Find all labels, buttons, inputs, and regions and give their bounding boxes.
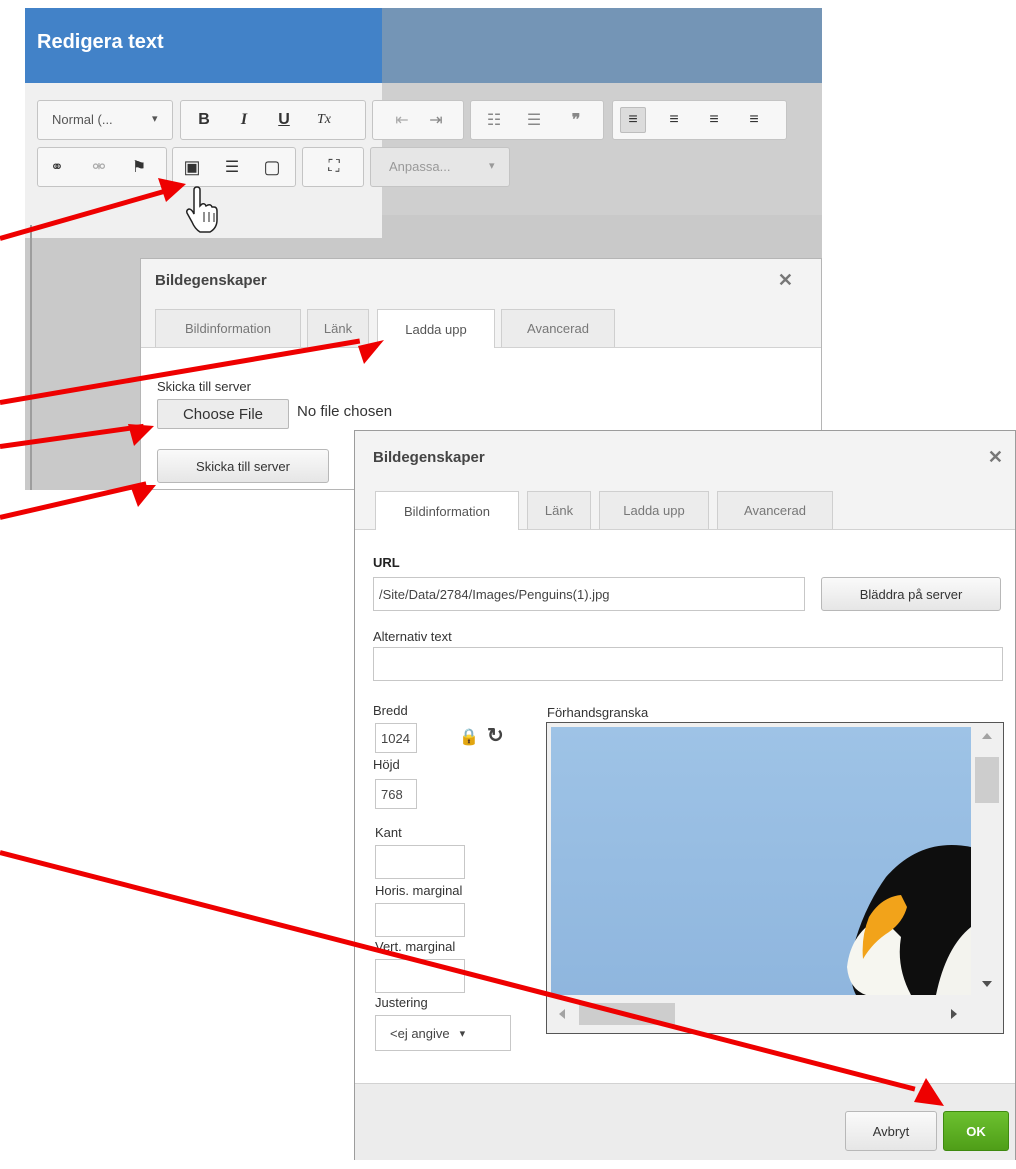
align-select-value: <ej angive bbox=[390, 1025, 450, 1041]
vertical-scrollbar[interactable] bbox=[975, 727, 999, 995]
dialog-title: Bildegenskaper bbox=[373, 449, 485, 466]
image-preview bbox=[546, 722, 1004, 1034]
tab-ladda-upp[interactable]: Ladda upp bbox=[599, 491, 709, 529]
underline-button[interactable]: U bbox=[271, 107, 297, 133]
numbered-list-button[interactable]: ☷ bbox=[481, 107, 507, 133]
indent-group: ⇤ ⇥ bbox=[372, 100, 464, 140]
no-file-chosen-text: No file chosen bbox=[297, 403, 393, 420]
url-input[interactable]: /Site/Data/2784/Images/Penguins(1).jpg bbox=[373, 577, 805, 611]
editor-divider bbox=[30, 225, 32, 490]
width-label: Bredd bbox=[373, 703, 408, 718]
scroll-right-icon[interactable] bbox=[951, 1009, 957, 1019]
arrowhead-icon bbox=[914, 1078, 944, 1106]
dialog-titlebar: Bildegenskaper ✕ bbox=[355, 431, 1015, 486]
reset-size-icon[interactable]: ↻ bbox=[487, 723, 504, 748]
custom-combo[interactable]: Anpassa... ▾ bbox=[370, 147, 510, 187]
scroll-up-icon[interactable] bbox=[982, 733, 992, 739]
link-group: ⚭ ⚮ ⚑ bbox=[37, 147, 167, 187]
arrowhead-icon bbox=[158, 178, 186, 202]
lock-icon[interactable]: 🔒 bbox=[459, 727, 479, 747]
tab-lank[interactable]: Länk bbox=[527, 491, 591, 529]
url-label: URL bbox=[373, 555, 400, 570]
choose-file-button[interactable]: Choose File bbox=[157, 399, 289, 429]
insert-group: ▣ ☰ ▢ bbox=[172, 147, 296, 187]
tab-avancerad[interactable]: Avancerad bbox=[717, 491, 833, 529]
bold-button[interactable]: B bbox=[191, 107, 217, 133]
vspace-input[interactable] bbox=[375, 959, 465, 993]
send-to-server-button[interactable]: Skicka till server bbox=[157, 449, 329, 483]
format-combo-label: Normal (... bbox=[52, 112, 113, 127]
cancel-button[interactable]: Avbryt bbox=[845, 1111, 937, 1151]
hspace-input[interactable] bbox=[375, 903, 465, 937]
height-input[interactable]: 768 bbox=[375, 779, 417, 809]
dialog-titlebar: Bildegenskaper ✕ bbox=[141, 259, 821, 302]
iframe-button[interactable]: ▢ bbox=[259, 154, 285, 180]
dialog-title: Bildegenskaper bbox=[155, 272, 267, 289]
horizontal-rule-button[interactable]: ☰ bbox=[219, 154, 245, 180]
italic-button[interactable]: I bbox=[231, 107, 257, 133]
tab-ladda-upp[interactable]: Ladda upp bbox=[377, 309, 495, 348]
align-left-button[interactable]: ≡ bbox=[620, 107, 646, 133]
border-label: Kant bbox=[375, 825, 402, 840]
tab-bildinformation[interactable]: Bildinformation bbox=[155, 309, 301, 347]
format-combo[interactable]: Normal (... ▾ bbox=[37, 100, 173, 140]
arrowhead-icon bbox=[130, 485, 156, 507]
arrowhead-icon bbox=[128, 424, 154, 446]
align-center-button[interactable]: ≡ bbox=[661, 107, 687, 133]
bullet-list-button[interactable]: ☰ bbox=[521, 107, 547, 133]
scroll-down-icon[interactable] bbox=[982, 981, 992, 987]
alt-text-label: Alternativ text bbox=[373, 629, 452, 644]
editor-header-shaded bbox=[382, 8, 822, 83]
tab-bildinformation[interactable]: Bildinformation bbox=[375, 491, 519, 530]
scrollbar-thumb[interactable] bbox=[975, 757, 999, 803]
maximize-button[interactable]: ⛶ bbox=[321, 154, 347, 180]
dialog-tabs: Bildinformation Länk Ladda upp Avancerad bbox=[355, 485, 1015, 530]
chevron-down-icon: ▾ bbox=[152, 113, 158, 125]
scroll-left-icon[interactable] bbox=[559, 1009, 565, 1019]
preview-label: Förhandsgranska bbox=[547, 705, 649, 720]
arrowhead-icon bbox=[358, 340, 384, 364]
editor-body bbox=[25, 238, 140, 490]
close-icon[interactable]: ✕ bbox=[988, 447, 1003, 468]
unlink-button[interactable]: ⚮ bbox=[86, 154, 112, 180]
align-select[interactable]: <ej angive ▾ bbox=[375, 1015, 511, 1051]
close-icon[interactable]: ✕ bbox=[778, 270, 793, 291]
chevron-down-icon: ▾ bbox=[459, 1027, 466, 1040]
align-right-button[interactable]: ≡ bbox=[701, 107, 727, 133]
clear-format-button[interactable]: Tx bbox=[311, 107, 337, 133]
ok-button[interactable]: OK bbox=[943, 1111, 1009, 1151]
list-group: ☷ ☰ ❞ bbox=[470, 100, 604, 140]
border-input[interactable] bbox=[375, 845, 465, 879]
chevron-down-icon: ▾ bbox=[489, 160, 495, 172]
basic-style-group: B I U Tx bbox=[180, 100, 366, 140]
alt-text-input[interactable] bbox=[373, 647, 1003, 681]
outdent-button[interactable]: ⇤ bbox=[389, 107, 415, 133]
editor-title: Redigera text bbox=[37, 31, 164, 53]
align-group: ≡ ≡ ≡ ≡ bbox=[612, 100, 787, 140]
blockquote-button[interactable]: ❞ bbox=[563, 107, 589, 133]
link-button[interactable]: ⚭ bbox=[44, 154, 70, 180]
custom-combo-label: Anpassa... bbox=[389, 159, 451, 174]
height-label: Höjd bbox=[373, 757, 400, 772]
browse-server-button[interactable]: Bläddra på server bbox=[821, 577, 1001, 611]
hspace-label: Horis. marginal bbox=[375, 883, 463, 898]
preview-image bbox=[551, 727, 971, 995]
send-to-server-label: Skicka till server bbox=[157, 379, 251, 394]
width-input[interactable]: 1024 bbox=[375, 723, 417, 753]
anchor-button[interactable]: ⚑ bbox=[126, 154, 152, 180]
penguin-image bbox=[847, 845, 971, 995]
tab-avancerad[interactable]: Avancerad bbox=[501, 309, 615, 347]
justify-button[interactable]: ≡ bbox=[741, 107, 767, 133]
dialog-tabs: Bildinformation Länk Ladda upp Avancerad bbox=[141, 301, 821, 348]
align-label: Justering bbox=[375, 995, 428, 1010]
hand-cursor-icon bbox=[186, 186, 218, 233]
indent-button[interactable]: ⇥ bbox=[423, 107, 449, 133]
tools-group: ⛶ bbox=[302, 147, 364, 187]
